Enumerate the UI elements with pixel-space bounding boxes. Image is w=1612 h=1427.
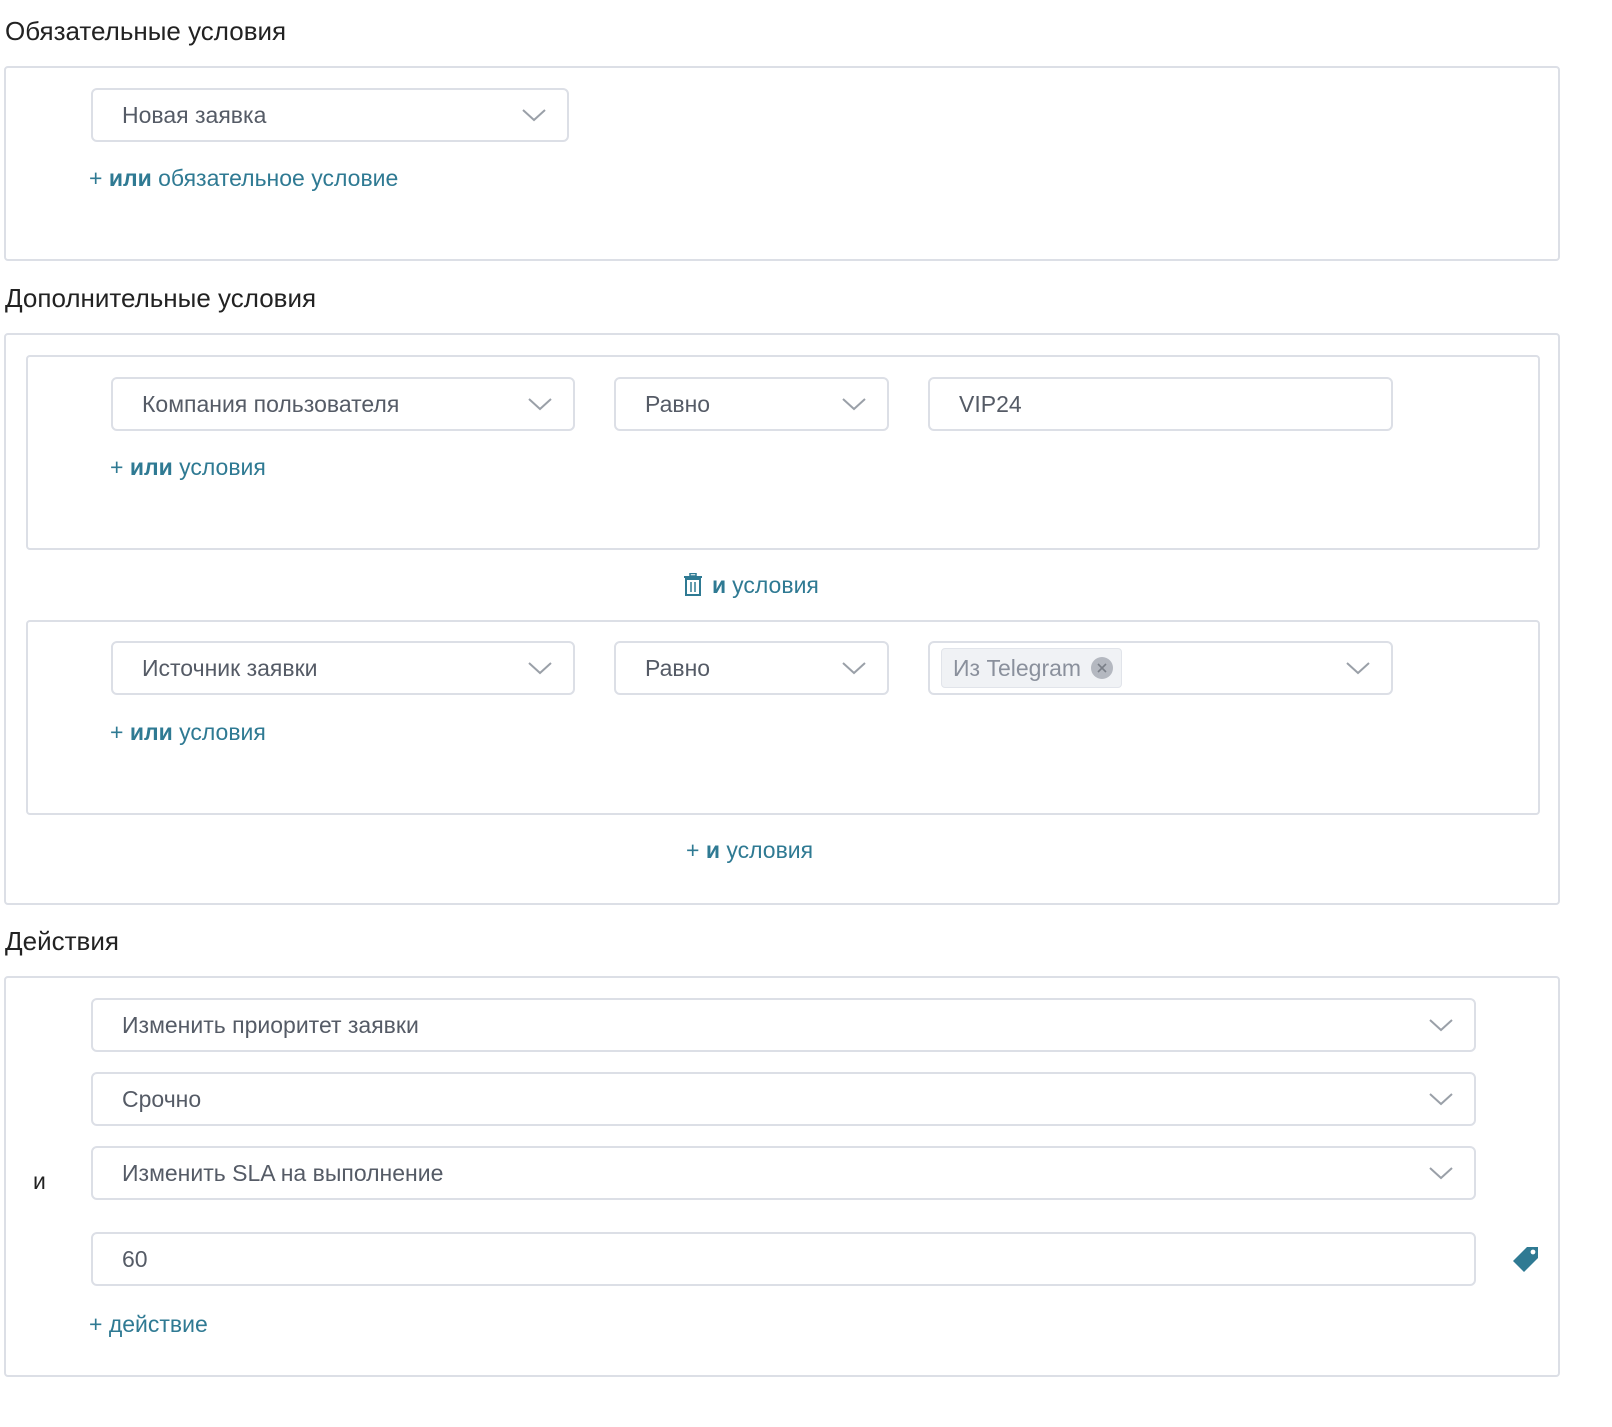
condition-value-text: VIP24 [959, 390, 1022, 417]
required-conditions-title: Обязательные условия [5, 16, 287, 46]
chevron-down-icon [1429, 1093, 1453, 1106]
condition-operator-value: Равно [645, 654, 711, 681]
chevron-down-icon [528, 662, 552, 675]
plus-label: + [89, 165, 103, 191]
condition-value-input[interactable]: VIP24 [928, 377, 1393, 431]
delete-and-text: условия [732, 572, 819, 598]
plus-label: + [110, 719, 124, 745]
action-type-select-1[interactable]: Изменить приоритет заявки [91, 998, 1476, 1052]
action-type-value: Изменить SLA на выполнение [122, 1159, 444, 1186]
actions-panel: и Изменить приоритет заявки Срочно Измен… [4, 976, 1560, 1377]
condition-operator-value: Равно [645, 390, 711, 417]
plus-label: + [686, 837, 700, 863]
additional-conditions-title: Дополнительные условия [5, 283, 317, 313]
add-or-condition-link[interactable]: + или условия [110, 718, 266, 746]
add-or-text: условия [179, 719, 266, 745]
or-label: или [108, 165, 152, 191]
condition-field-value: Источник заявки [142, 654, 318, 681]
condition-group-1: Компания пользователя Равно VIP24 + или … [26, 355, 1540, 550]
chevron-down-icon [842, 398, 866, 411]
actions-title: Действия [5, 926, 119, 956]
sla-value-text: 60 [122, 1245, 148, 1272]
condition-operator-select[interactable]: Равно [614, 641, 889, 695]
condition-field-select[interactable]: Источник заявки [111, 641, 575, 695]
or-label: или [129, 454, 173, 480]
or-label: или [129, 719, 173, 745]
tag-label: Из Telegram [953, 654, 1082, 681]
trash-icon[interactable] [682, 573, 704, 597]
chevron-down-icon [1429, 1019, 1453, 1032]
close-icon [1097, 663, 1107, 673]
action-type-value: Изменить приоритет заявки [122, 1011, 419, 1038]
add-or-required-condition-link[interactable]: + или обязательное условие [89, 164, 398, 192]
add-and-text: условия [726, 837, 814, 863]
add-or-condition-link[interactable]: + или условия [110, 453, 266, 481]
and-label: и [705, 837, 720, 863]
required-condition-select[interactable]: Новая заявка [91, 88, 569, 142]
chevron-down-icon [528, 398, 552, 411]
add-or-text: условия [179, 454, 266, 480]
action-value-select-1[interactable]: Срочно [91, 1072, 1476, 1126]
condition-value-multiselect[interactable]: Из Telegram [928, 641, 1393, 695]
condition-group-2: Источник заявки Равно Из Telegram + или … [26, 620, 1540, 815]
chevron-down-icon [1346, 662, 1370, 675]
chevron-down-icon [522, 109, 546, 122]
action-type-select-2[interactable]: Изменить SLA на выполнение [91, 1146, 1476, 1200]
add-and-condition-link[interactable]: + и условия [686, 836, 813, 864]
chevron-down-icon [1429, 1167, 1453, 1180]
tag-icon[interactable] [1510, 1245, 1540, 1275]
chevron-down-icon [842, 662, 866, 675]
condition-operator-select[interactable]: Равно [614, 377, 889, 431]
plus-label: + [110, 454, 124, 480]
condition-field-value: Компания пользователя [142, 390, 400, 417]
action-value: Срочно [122, 1085, 202, 1112]
add-action-link[interactable]: + действие [89, 1310, 208, 1338]
delete-and-condition-link[interactable]: и условия [682, 571, 819, 599]
required-conditions-panel: Новая заявка + или обязательное условие [4, 66, 1560, 261]
add-or-text: обязательное условие [158, 165, 399, 191]
and-label: и [712, 572, 727, 598]
required-condition-value: Новая заявка [122, 101, 267, 128]
condition-field-select[interactable]: Компания пользователя [111, 377, 575, 431]
additional-conditions-panel: Компания пользователя Равно VIP24 + или … [4, 333, 1560, 905]
tag-remove-button[interactable] [1091, 657, 1114, 679]
selected-tag: Из Telegram [941, 648, 1123, 688]
and-connector-label: и [33, 1168, 46, 1194]
sla-value-input[interactable]: 60 [91, 1232, 1476, 1286]
